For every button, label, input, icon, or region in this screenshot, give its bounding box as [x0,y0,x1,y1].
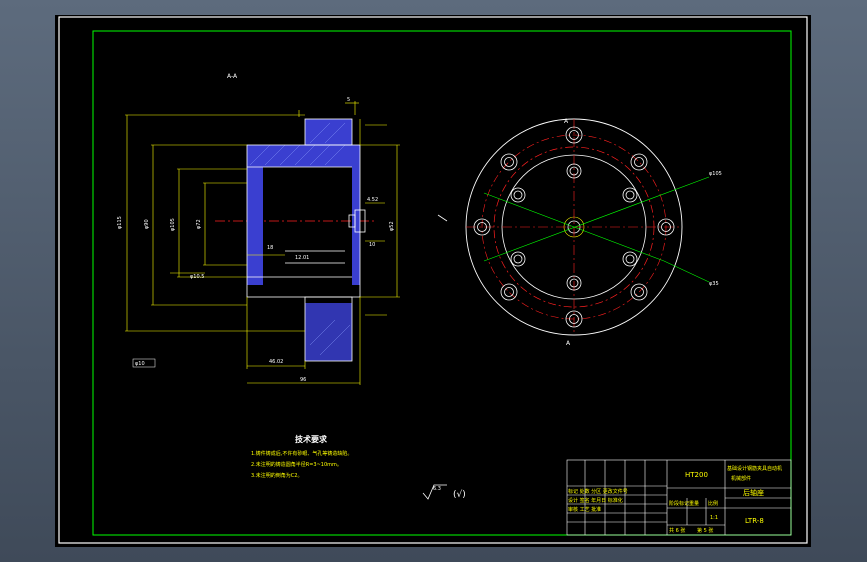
dim-small3: φ10.5 [190,274,204,280]
tb-col-scale: 比例 [708,500,718,507]
technical-requirements: 技术要求 1.铸件铸成后,不许有砂眼、气孔等铸造缺陷。 2.未注明的铸造圆角半径… [251,434,352,479]
sheet-border [58,16,808,544]
dim-small4: φ10 [135,361,145,367]
dim-d2: φ90 [144,219,150,229]
dim-d5: φ52 [389,221,395,231]
tb-code: LTR-8 [745,517,764,525]
tb-project: 基础设计钢筋夹具自动机 [727,465,782,472]
tb-row-3: 审核 工艺 批准 [568,506,601,513]
dim-small1: 4.52 [367,197,378,203]
pcd1-label: φ105 [709,171,722,177]
tb-col-weight: 重量 [689,500,699,507]
dim-d1: φ115 [117,216,123,229]
section-view: A-A φ115 φ90 φ105 φ72 φ52 12.01 18 46.02… [117,73,400,385]
dim-top: 5 [347,97,350,103]
tb-row-2: 设计 签名 年月日 标准化 [568,497,623,504]
tech-title: 技术要求 [295,434,328,444]
end-view: A φ105 φ35 A [465,118,722,347]
tb-scale: 1:1 [710,515,718,521]
tb-row-1: 标记 处数 分区 更改文件号 [568,488,628,495]
roughness-other: (√) [453,489,466,500]
tb-part-name: 后轴座 [743,488,764,497]
tb-sheet-no: 第 5 张 [697,527,713,534]
dim-d4: φ72 [196,219,202,229]
roughness-note: 6.3 (√) [422,484,466,500]
dim-len1: 12.01 [295,255,309,261]
cad-viewport[interactable]: A-A φ115 φ90 φ105 φ72 φ52 12.01 18 46.02… [55,15,811,547]
view-label-bottom: A [566,340,571,347]
drawing-sheet: A-A φ115 φ90 φ105 φ72 φ52 12.01 18 46.02… [58,16,808,544]
dim-len2: 18 [267,245,273,251]
pcd2-label: φ35 [709,281,719,287]
tb-sheets: 共 6 张 [669,527,685,534]
tech-line-1: 1.铸件铸成后,不许有砂眼、气孔等铸造缺陷。 [251,450,352,457]
dim-len3: 46.02 [269,359,283,365]
tb-col-stage: 阶段标记 [669,500,689,507]
tb-material: HT200 [685,471,708,479]
dim-small2: 10 [369,242,375,248]
tb-subtitle: 机械部件 [731,475,751,482]
tech-line-2: 2.未注明的铸造圆角半径R=3~10mm。 [251,461,342,468]
section-label: A-A [227,73,238,80]
dim-d3: φ105 [170,218,176,231]
tech-line-3: 3.未注明的倒角为C2。 [251,472,302,479]
roughness-value: 6.3 [433,486,441,492]
dim-len4: 96 [300,377,306,383]
drawing-frame [92,30,792,536]
